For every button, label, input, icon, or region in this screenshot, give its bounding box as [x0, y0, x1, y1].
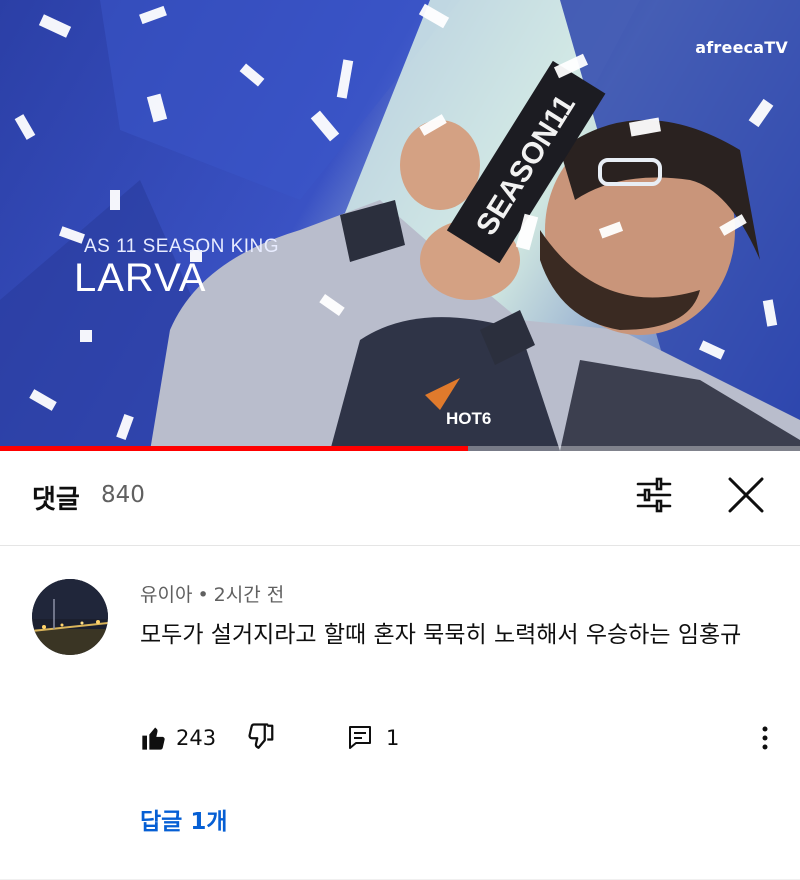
- video-overlay-title: LARVA: [74, 256, 207, 300]
- reply-count: 1: [386, 726, 400, 750]
- thumbs-down-icon: [248, 723, 274, 749]
- avatar-image: [32, 579, 108, 655]
- thumbs-up-icon: [142, 727, 165, 750]
- reply-button[interactable]: 1: [348, 722, 399, 754]
- close-icon: [728, 477, 764, 513]
- channel-watermark: afreecaTV: [695, 38, 788, 57]
- like-count: 243: [176, 726, 217, 750]
- close-comments-button[interactable]: [724, 473, 768, 517]
- avatar[interactable]: [32, 579, 108, 655]
- more-options-button[interactable]: [753, 722, 777, 754]
- comment-item: 유이아 • 2시간 전 모두가 설거지라고 할때 혼자 묵묵히 노력해서 우승하는 …: [0, 546, 800, 880]
- dislike-button[interactable]: [246, 722, 280, 754]
- like-button[interactable]: 243: [140, 722, 216, 754]
- comment-text: 모두가 설거지라고 할때 혼자 묵묵히 노력해서 우승하는 임홍규: [140, 622, 742, 648]
- sort-comments-button[interactable]: [632, 473, 676, 517]
- view-replies-link[interactable]: 답글 1개: [140, 802, 228, 836]
- video-overlay-subtitle: AS 11 SEASON KING: [84, 236, 280, 257]
- comments-header: 댓글 840: [0, 451, 800, 546]
- tune-icon: [636, 477, 672, 513]
- meta-separator: •: [197, 584, 209, 606]
- jersey-text: HOT6: [446, 409, 491, 428]
- video-frame: SEASON11 HOT6: [0, 0, 800, 451]
- comments-label: 댓글: [32, 485, 80, 515]
- more-vertical-icon: [762, 726, 768, 750]
- video-player[interactable]: SEASON11 HOT6 afreecaTV AS 11 SEASON KIN…: [0, 0, 800, 451]
- comment-author[interactable]: 유이아: [140, 584, 192, 606]
- comments-count: 840: [101, 482, 145, 508]
- comment-meta: 유이아 • 2시간 전: [140, 580, 284, 607]
- comment-actions: 243 1: [140, 722, 780, 754]
- comment-timestamp: 2시간 전: [213, 584, 285, 606]
- reply-icon: [349, 726, 371, 749]
